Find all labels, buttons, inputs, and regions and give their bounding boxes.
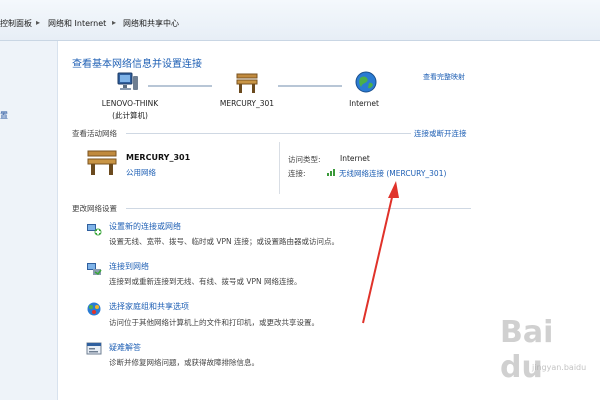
watermark-url: jingyan.baidu [532, 363, 587, 372]
watermark-logo: Bai du [500, 315, 554, 385]
